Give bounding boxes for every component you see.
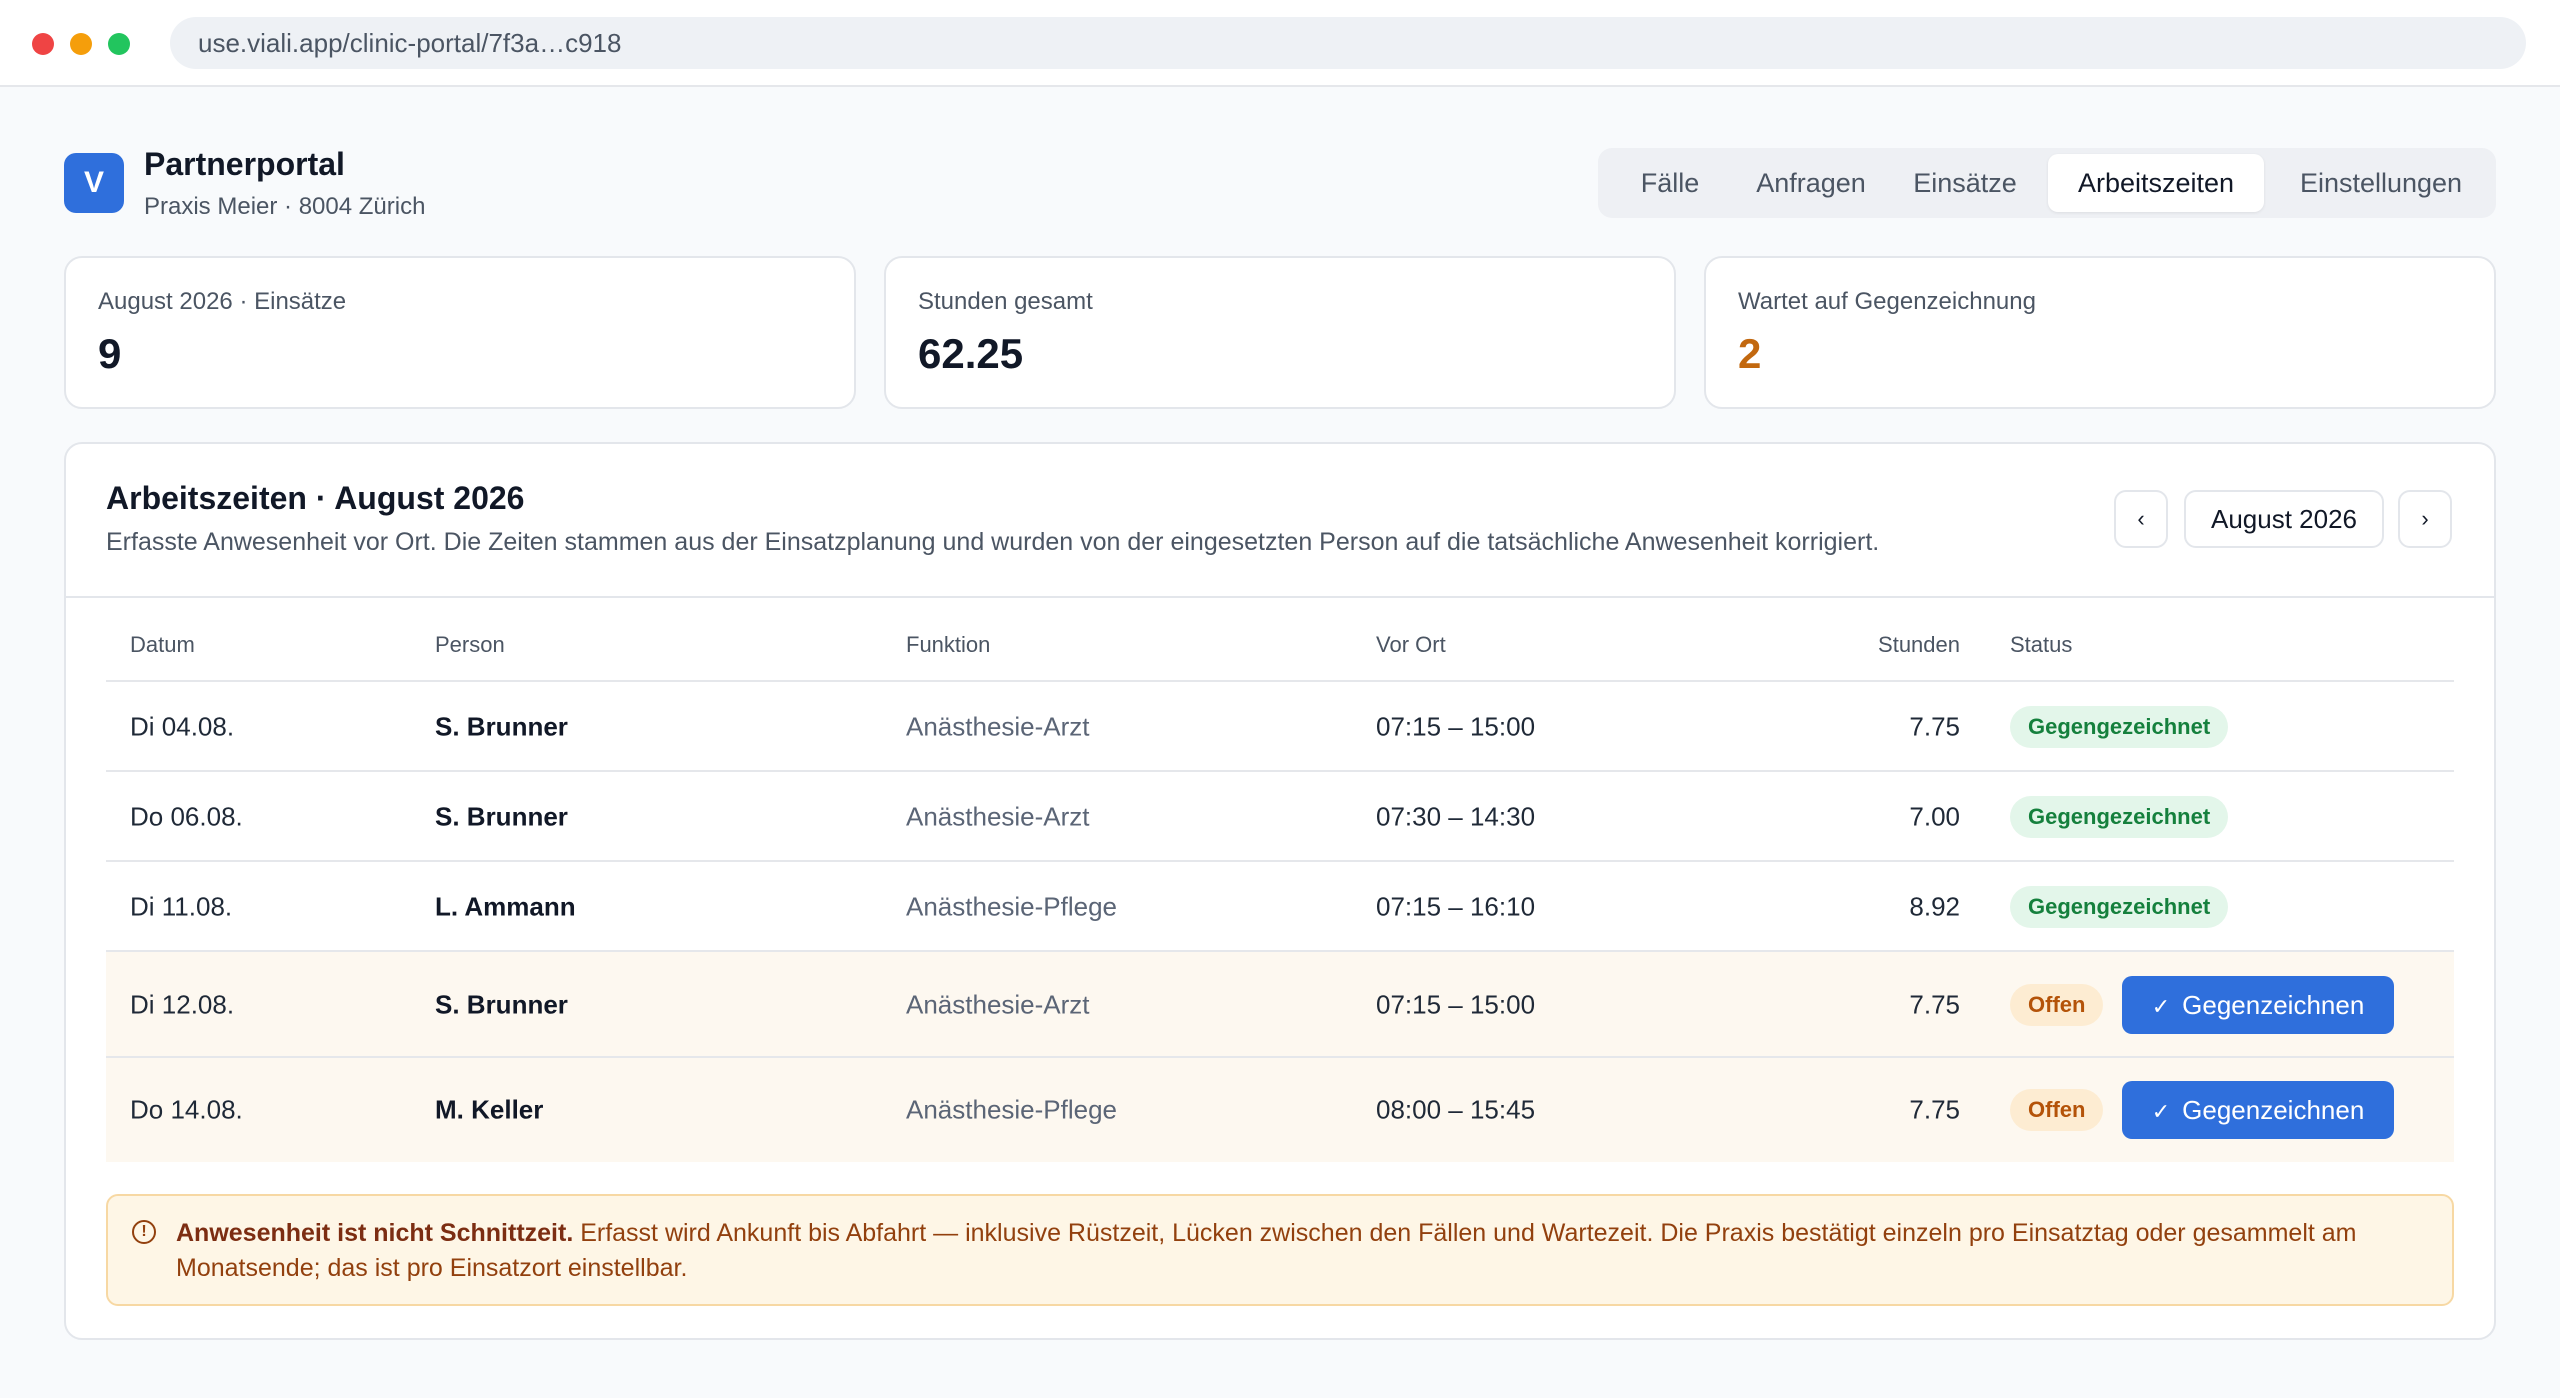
column-header-hours: Stunden [1878,632,1960,657]
panel-title: Arbeitszeiten · August 2026 [106,480,525,516]
check-icon: ✓ [2151,1099,2171,1124]
cell-hours: 7.00 [1909,801,1960,832]
table-row: Do 06.08. S. Brunner Anästhesie-Arzt 07:… [106,772,2454,862]
countersign-button[interactable]: ✓ Gegenzeichnen [2122,1081,2394,1139]
main-tabs: Fälle Anfragen Einsätze Arbeitszeiten Ei… [1598,148,2496,218]
check-icon: ✓ [2151,994,2171,1019]
countersign-label: Gegenzeichnen [2182,1095,2365,1125]
note-bold: Anwesenheit ist nicht Schnittzeit. [176,1219,574,1247]
column-header-onsite: Vor Ort [1376,632,1446,657]
cell-date: Di 11.08. [130,891,233,922]
cell-function: Anästhesie-Arzt [906,801,1090,832]
table-row: Di 12.08. S. Brunner Anästhesie-Arzt 07:… [106,952,2454,1058]
month-selector[interactable]: August 2026 [2184,490,2384,548]
cell-onsite: 07:15 – 15:00 [1376,989,1536,1020]
column-header-status: Status [2010,632,2073,657]
cell-onsite: 07:30 – 14:30 [1376,801,1536,832]
prev-month-button[interactable]: ‹ [2114,490,2168,548]
note-text: Anwesenheit ist nicht Schnittzeit. Erfas… [176,1216,2426,1286]
status-badge: Offen [2010,1089,2104,1131]
cell-onsite: 08:00 – 15:45 [1376,1094,1536,1125]
cell-date: Di 04.08. [130,711,235,742]
tab-einsaetze[interactable]: Einsätze [1892,154,2038,212]
cell-person: S. Brunner [435,801,568,832]
tab-faelle[interactable]: Fälle [1608,154,1732,212]
arbeitszeiten-panel: Arbeitszeiten · August 2026 Erfasste Anw… [64,442,2496,1340]
cell-hours: 7.75 [1909,989,1960,1020]
kpi-card-einsaetze: August 2026 · Einsätze 9 [64,256,856,409]
window-close-dot[interactable] [32,33,54,55]
cell-hours: 7.75 [1909,1094,1960,1125]
cell-person: S. Brunner [435,989,568,1020]
tab-arbeitszeiten[interactable]: Arbeitszeiten [2048,154,2264,212]
status-badge: Offen [2010,984,2104,1026]
countersign-label: Gegenzeichnen [2182,990,2365,1020]
brand-title: Partnerportal [144,146,345,182]
kpi-value: 2 [1738,330,1762,377]
column-header-person: Person [435,632,505,657]
cell-date: Do 14.08. [130,1094,243,1125]
info-icon: ! [132,1220,156,1244]
status-badge: Gegengezeichnet [2010,706,2229,748]
kpi-label: Stunden gesamt [918,288,1093,315]
column-header-function: Funktion [906,632,991,657]
brand-logo: V [64,153,124,213]
info-note: ! Anwesenheit ist nicht Schnittzeit. Erf… [106,1194,2454,1306]
table-row: Do 14.08. M. Keller Anästhesie-Pflege 08… [106,1058,2454,1162]
cell-hours: 7.75 [1909,711,1960,742]
cell-onsite: 07:15 – 15:00 [1376,711,1536,742]
tab-einstellungen[interactable]: Einstellungen [2276,154,2486,212]
status-badge: Gegengezeichnet [2010,886,2229,928]
kpi-card-stunden: Stunden gesamt 62.25 [884,256,1676,409]
cell-function: Anästhesie-Arzt [906,989,1090,1020]
cell-function: Anästhesie-Pflege [906,1094,1118,1125]
kpi-card-gegenzeichnung: Wartet auf Gegenzeichnung 2 [1704,256,2496,409]
countersign-button[interactable]: ✓ Gegenzeichnen [2122,976,2394,1034]
cell-onsite: 07:15 – 16:10 [1376,891,1536,922]
cell-function: Anästhesie-Pflege [906,891,1118,922]
tab-anfragen[interactable]: Anfragen [1736,154,1886,212]
browser-chrome: use.viali.app/clinic-portal/7f3a…c918 [0,0,2560,87]
address-bar[interactable]: use.viali.app/clinic-portal/7f3a…c918 [170,17,2526,69]
kpi-label: Wartet auf Gegenzeichnung [1738,288,2036,315]
cell-person: L. Ammann [435,891,576,922]
cell-person: M. Keller [435,1094,544,1125]
next-month-button[interactable]: › [2398,490,2452,548]
table-row: Di 11.08. L. Ammann Anästhesie-Pflege 07… [106,862,2454,952]
window-minimize-dot[interactable] [70,33,92,55]
cell-person: S. Brunner [435,711,568,742]
kpi-value: 9 [98,330,122,377]
divider [66,596,2494,598]
column-header-date: Datum [130,632,195,657]
cell-function: Anästhesie-Arzt [906,711,1090,742]
table-row: Di 04.08. S. Brunner Anästhesie-Arzt 07:… [106,682,2454,772]
cell-date: Di 12.08. [130,989,235,1020]
brand-subtitle: Praxis Meier · 8004 Zürich [144,193,426,220]
cell-date: Do 06.08. [130,801,243,832]
kpi-label: August 2026 · Einsätze [98,288,347,315]
window-maximize-dot[interactable] [108,33,130,55]
cell-hours: 8.92 [1909,891,1960,922]
panel-description: Erfasste Anwesenheit vor Ort. Die Zeiten… [106,528,1880,556]
kpi-value: 62.25 [918,330,1024,377]
status-badge: Gegengezeichnet [2010,796,2229,838]
